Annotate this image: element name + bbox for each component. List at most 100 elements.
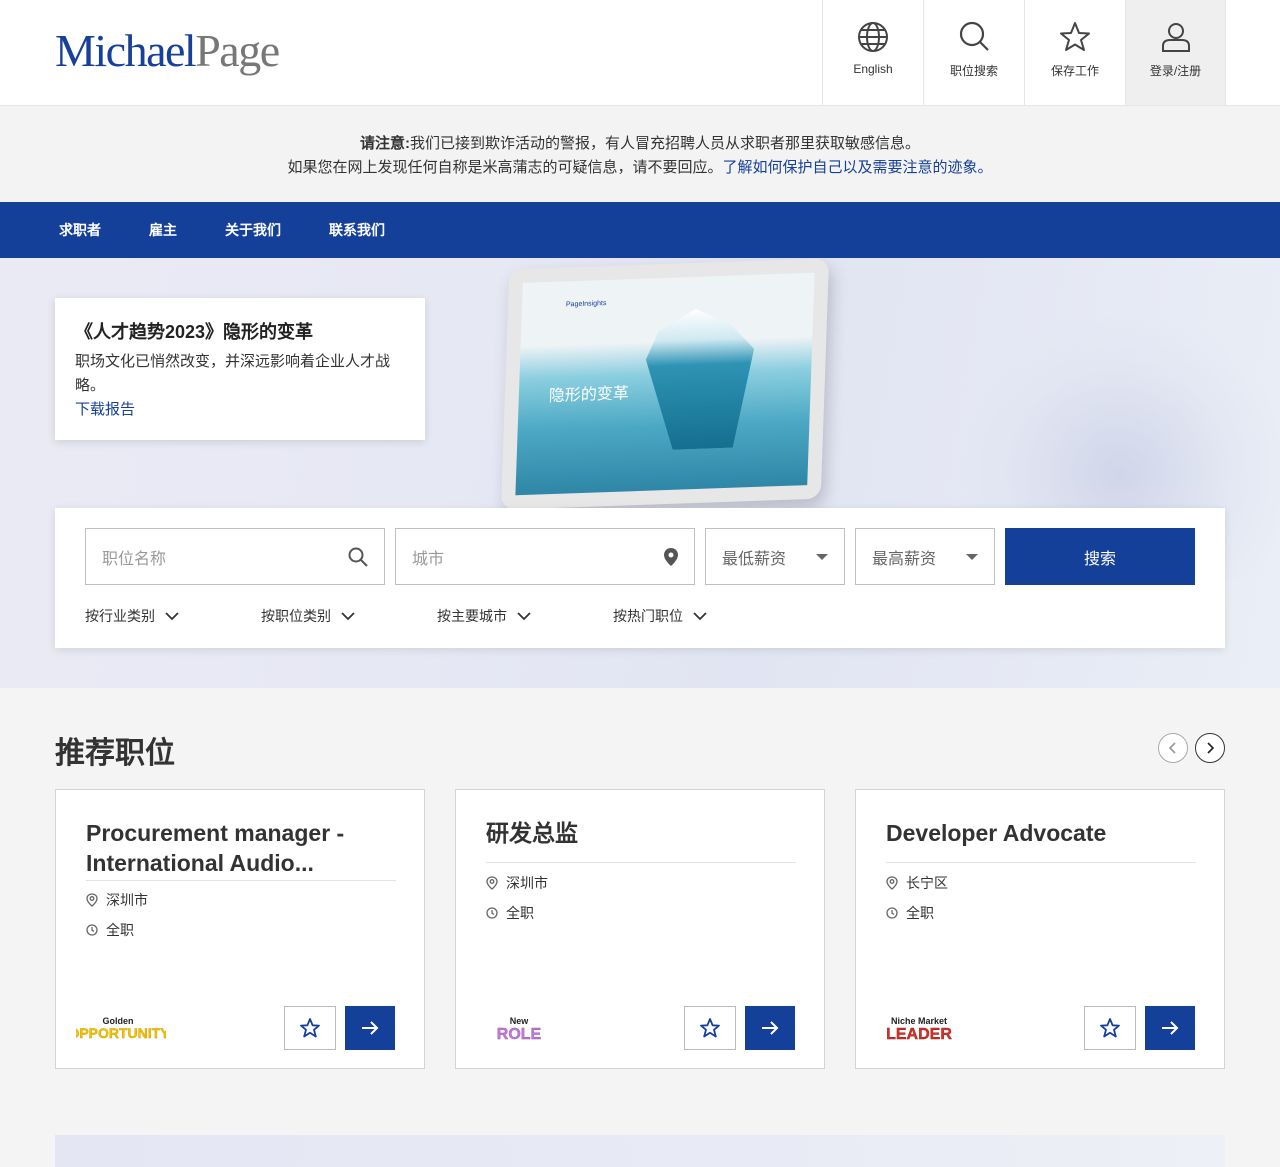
job-location: 深圳市: [486, 873, 548, 893]
michael-page-logo[interactable]: Michael Page: [55, 24, 280, 80]
notice-learn-more-link[interactable]: 了解如何保护自己以及需要注意的迹象。: [723, 159, 993, 176]
save-job-button[interactable]: [284, 1006, 336, 1050]
location-pin-icon: [486, 876, 498, 890]
card-divider: [886, 862, 1196, 863]
badge-bottom-text: ROLE: [497, 1026, 542, 1041]
job-card[interactable]: 研发总监 深圳市 全职 New ROLE: [455, 789, 825, 1069]
job-location-text: 深圳市: [506, 875, 548, 891]
badge-bottom-text: OPPORTUNITY: [76, 1025, 166, 1041]
job-title[interactable]: Procurement manager - International Audi…: [86, 818, 396, 880]
job-search-panel: 职位名称 城市 最低薪资 最高薪资 搜索 按行业类别 按职位类别 按主要城市 按…: [55, 508, 1225, 648]
location-pin-icon: [664, 547, 678, 566]
clock-icon: [86, 924, 98, 936]
job-title[interactable]: 研发总监: [486, 818, 796, 880]
job-search-label: 职位搜索: [949, 64, 998, 78]
chevron-down-icon: [341, 611, 355, 620]
filter-label: 按职位类别: [261, 608, 331, 624]
caret-down-icon: [966, 553, 978, 560]
job-location: 深圳市: [86, 890, 148, 910]
report-tablet-image: PageInsights 隐形的变革: [500, 258, 830, 510]
next-section-banner: [55, 1135, 1225, 1167]
logo-michael: Michael: [55, 25, 197, 76]
download-report-link[interactable]: 下载报告: [75, 401, 135, 418]
max-salary-value: 最高薪资: [872, 550, 937, 568]
job-type: 全职: [86, 920, 134, 940]
header-actions: English 职位搜索 保存工作 登录/注册: [822, 0, 1226, 105]
filter-label: 按热门职位: [613, 608, 683, 624]
browse-filters: 按行业类别 按职位类别 按主要城市 按热门职位: [85, 606, 789, 626]
job-title[interactable]: Developer Advocate: [886, 818, 1196, 880]
filter-by-function[interactable]: 按职位类别: [261, 606, 437, 626]
nav-item-employers[interactable]: 雇主: [149, 220, 177, 240]
view-job-button[interactable]: [745, 1006, 795, 1050]
filter-label: 按主要城市: [437, 608, 507, 624]
carousel-prev-button[interactable]: [1158, 733, 1188, 763]
clock-icon: [486, 907, 498, 919]
job-title-placeholder: 职位名称: [102, 550, 167, 568]
saved-jobs-button[interactable]: 保存工作: [1024, 0, 1125, 105]
job-type-text: 全职: [506, 905, 534, 921]
promo-body: 职场文化已悄然改变，并深远影响着企业人才战略。: [75, 353, 391, 394]
nav-item-contact[interactable]: 联系我们: [329, 220, 385, 240]
badge-bottom-text: LEADER: [886, 1026, 952, 1041]
niche-market-leader-badge: Niche Market LEADER: [876, 1015, 966, 1046]
notice-line-1: 请注意:我们已接到欺诈活动的警报，有人冒充招聘人员从求职者那里获取敏感信息。: [0, 132, 1280, 156]
view-job-button[interactable]: [1145, 1006, 1195, 1050]
search-icon: [959, 21, 989, 51]
tablet-title: 隐形的变革: [548, 385, 630, 406]
saved-jobs-label: 保存工作: [1050, 64, 1099, 78]
chevron-down-icon: [517, 611, 531, 620]
notice-bold: 请注意:: [359, 135, 410, 152]
iceberg-image: [637, 307, 762, 451]
job-card[interactable]: Procurement manager - International Audi…: [55, 789, 425, 1069]
search-button[interactable]: 搜索: [1005, 528, 1195, 585]
arrow-right-icon: [1162, 1021, 1179, 1035]
nav-item-about[interactable]: 关于我们: [225, 220, 281, 240]
job-type-text: 全职: [906, 905, 934, 921]
job-location-text: 深圳市: [106, 892, 148, 908]
language-button[interactable]: English: [822, 0, 923, 105]
star-icon: [300, 1018, 320, 1038]
badge-top-text: New: [510, 1016, 530, 1026]
arrow-right-icon: [762, 1021, 779, 1035]
min-salary-value: 最低薪资: [722, 550, 787, 568]
arrow-right-icon: [362, 1021, 379, 1035]
badge-top-text: Niche Market: [891, 1016, 947, 1026]
min-salary-select[interactable]: 最低薪资: [705, 528, 845, 585]
filter-by-popular-job[interactable]: 按热门职位: [613, 606, 789, 626]
login-register-button[interactable]: 登录/注册: [1125, 0, 1226, 105]
tablet-brand: PageInsights: [565, 299, 607, 309]
filter-by-city[interactable]: 按主要城市: [437, 606, 613, 626]
job-title-input[interactable]: 职位名称: [85, 528, 385, 585]
location-pin-icon: [86, 893, 98, 907]
site-header: Michael Page English 职位搜索 保存工作 登录/注册: [0, 0, 1280, 106]
job-card[interactable]: Developer Advocate 长宁区 全职 Niche Market L…: [855, 789, 1225, 1069]
star-icon: [700, 1018, 720, 1038]
location-pin-icon: [886, 876, 898, 890]
new-role-badge: New ROLE: [476, 1015, 566, 1046]
logo-page: Page: [195, 25, 280, 76]
chevron-down-icon: [165, 611, 179, 620]
save-job-button[interactable]: [684, 1006, 736, 1050]
user-icon: [1161, 23, 1190, 52]
tablet-screen: PageInsights 隐形的变革: [515, 272, 815, 496]
star-icon: [1060, 22, 1090, 51]
golden-opportunity-badge: Golden OPPORTUNITY: [68, 1015, 170, 1046]
nav-item-jobseekers[interactable]: 求职者: [59, 220, 101, 240]
filter-by-industry[interactable]: 按行业类别: [85, 606, 261, 626]
globe-icon: [858, 22, 888, 52]
job-search-button[interactable]: 职位搜索: [923, 0, 1024, 105]
card-divider: [486, 862, 796, 863]
save-job-button[interactable]: [1084, 1006, 1136, 1050]
max-salary-select[interactable]: 最高薪资: [855, 528, 995, 585]
caret-down-icon: [816, 553, 828, 560]
city-input[interactable]: 城市: [395, 528, 695, 585]
chevron-left-icon: [1169, 742, 1176, 754]
promo-card: 《人才趋势2023》隐形的变革 职场文化已悄然改变，并深远影响着企业人才战略。 …: [55, 298, 425, 440]
language-label: English: [853, 62, 893, 76]
job-type: 全职: [486, 903, 534, 923]
carousel-next-button[interactable]: [1195, 733, 1225, 763]
chevron-right-icon: [1207, 742, 1214, 754]
filter-label: 按行业类别: [85, 608, 155, 624]
view-job-button[interactable]: [345, 1006, 395, 1050]
